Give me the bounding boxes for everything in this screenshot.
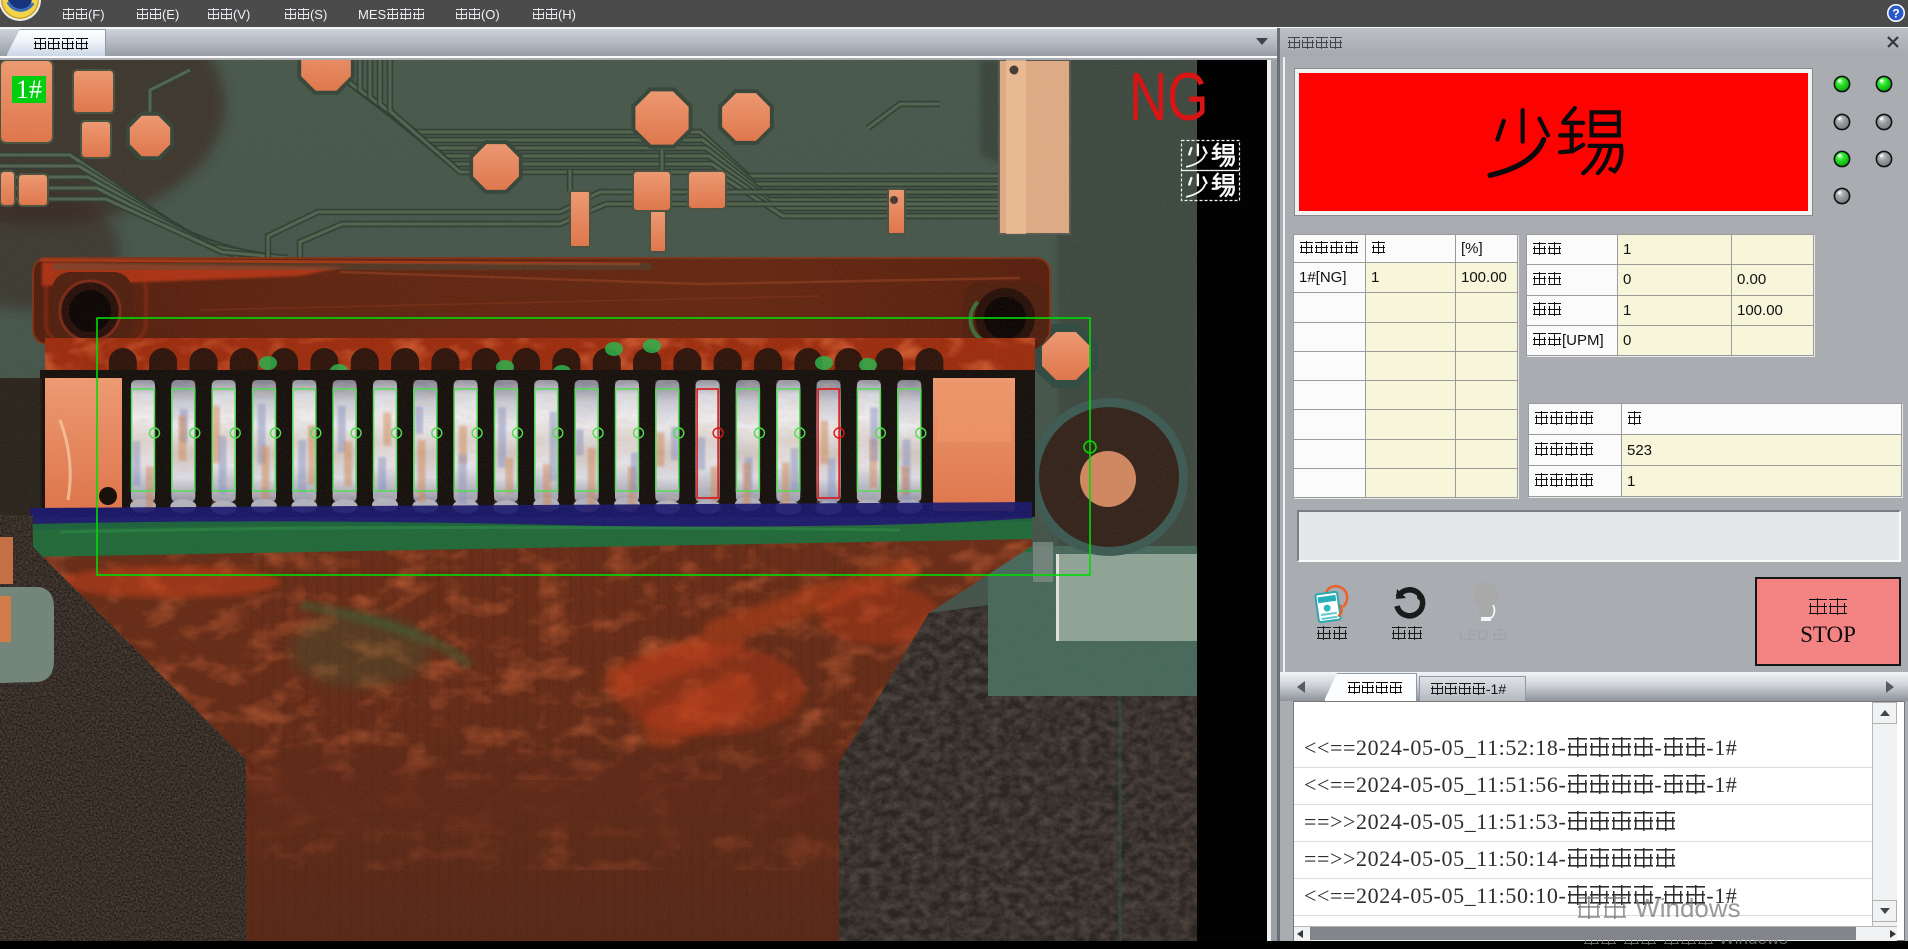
svg-text:NG: NG xyxy=(1129,60,1209,134)
svg-text:1#: 1# xyxy=(16,75,42,104)
svg-text:?: ? xyxy=(1892,7,1899,21)
